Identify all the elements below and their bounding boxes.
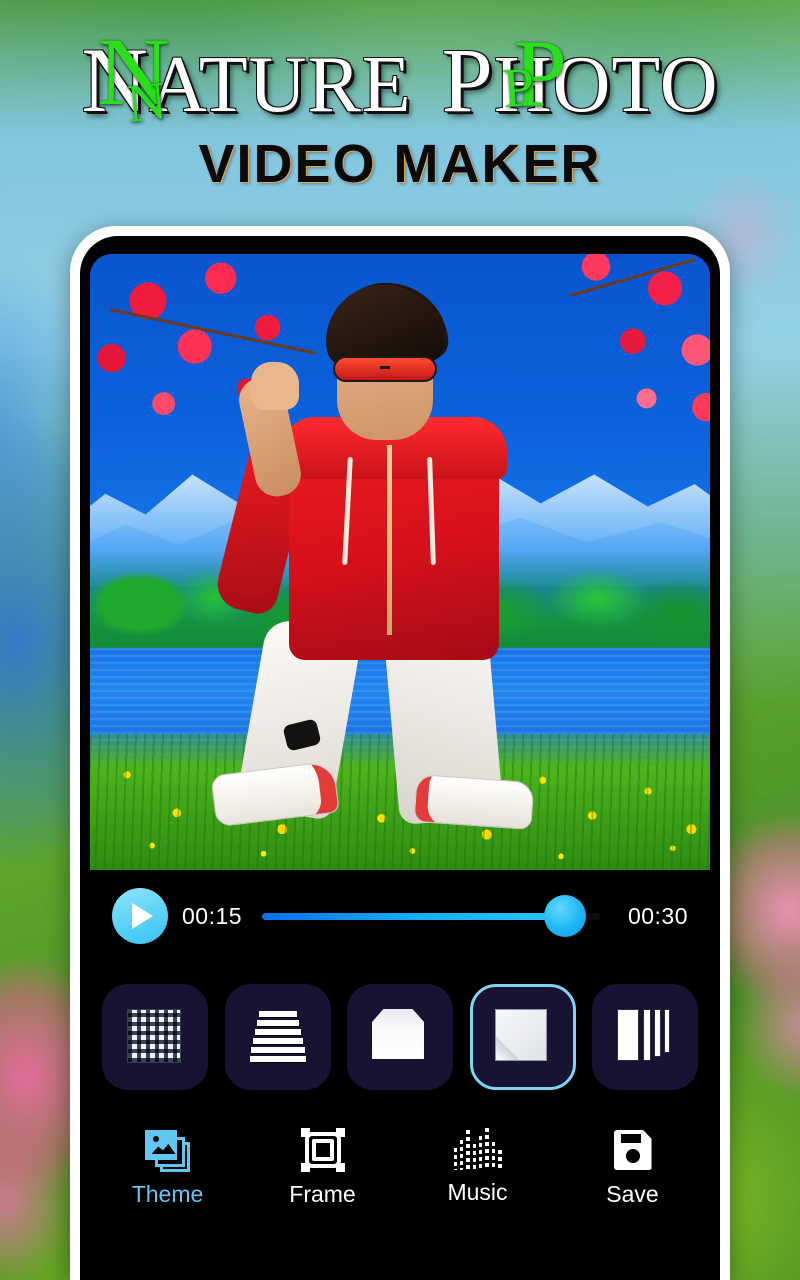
nav-item-frame[interactable]: Frame (263, 1128, 383, 1208)
subject-hoodie-zipper (387, 444, 393, 635)
page-title: NATURE PHOTO N N P P (81, 24, 719, 134)
title-word-photo: HOTO (493, 41, 719, 129)
subject-right-sneaker (413, 773, 535, 830)
total-time-label: 00:30 (627, 902, 688, 929)
checker-dissolve-icon (127, 1009, 181, 1063)
seek-thumb[interactable] (544, 895, 587, 937)
envelope-fold-icon (372, 1009, 424, 1059)
page-curl-effect-icon-wrap (494, 1009, 551, 1065)
nav-label-theme: Theme (131, 1181, 204, 1207)
title-cap-p: P (441, 29, 494, 131)
slide-panels-effect-button[interactable] (592, 984, 698, 1090)
bottom-navigation: Theme Frame Music Save (90, 1112, 710, 1280)
subject-photo-cutout (90, 254, 710, 870)
nav-label-save: Save (606, 1181, 659, 1207)
envelope-effect-icon-wrap (372, 1009, 428, 1065)
blinds-effect-icon-wrap (249, 1009, 306, 1065)
save-icon-wrap (609, 1128, 657, 1172)
subject-red-sunglasses (333, 356, 438, 383)
floppy-disk-icon (613, 1130, 652, 1170)
dissolve-effect-icon-wrap (127, 1009, 183, 1065)
nav-item-music[interactable]: Music (418, 1128, 538, 1206)
equalizer-icon (453, 1128, 502, 1170)
app-title-block: NATURE PHOTO N N P P VIDEO MAKER (0, 24, 800, 195)
transition-effects-strip (90, 962, 710, 1112)
nav-item-save[interactable]: Save (573, 1128, 693, 1208)
page-curl-effect-button[interactable] (469, 984, 576, 1090)
subject-hand (251, 361, 300, 410)
page-curl-icon (494, 1009, 547, 1061)
seek-fill (262, 912, 567, 920)
blinds-effect-button[interactable] (224, 984, 331, 1090)
nav-label-frame: Frame (289, 1181, 356, 1207)
play-icon (132, 903, 153, 929)
crop-frame-icon (300, 1128, 345, 1172)
play-button[interactable] (112, 888, 168, 944)
title-cap-n: N (81, 29, 149, 131)
dissolve-effect-button[interactable] (102, 984, 208, 1090)
page-subtitle: VIDEO MAKER (198, 134, 602, 194)
video-player-controls: 00:15 00:30 (90, 870, 710, 962)
nav-item-theme[interactable]: Theme (108, 1128, 228, 1208)
slide-panels-effect-icon-wrap (617, 1009, 673, 1065)
phone-mockup: 00:15 00:30 Theme Frame Music Save (70, 226, 730, 1280)
photo-stack-icon (144, 1128, 192, 1172)
title-word-nature: ATURE (148, 41, 412, 129)
nav-label-music: Music (447, 1179, 508, 1205)
phone-screen: 00:15 00:30 Theme Frame Music Save (90, 254, 710, 1280)
vertical-panels-icon (617, 1009, 673, 1061)
seek-slider[interactable] (256, 895, 606, 937)
envelope-effect-button[interactable] (347, 984, 453, 1090)
horizontal-blinds-icon (249, 1009, 306, 1063)
photo-preview[interactable] (90, 254, 710, 870)
phone-bezel: 00:15 00:30 Theme Frame Music Save (80, 236, 720, 1280)
current-time-label: 00:15 (182, 902, 243, 929)
